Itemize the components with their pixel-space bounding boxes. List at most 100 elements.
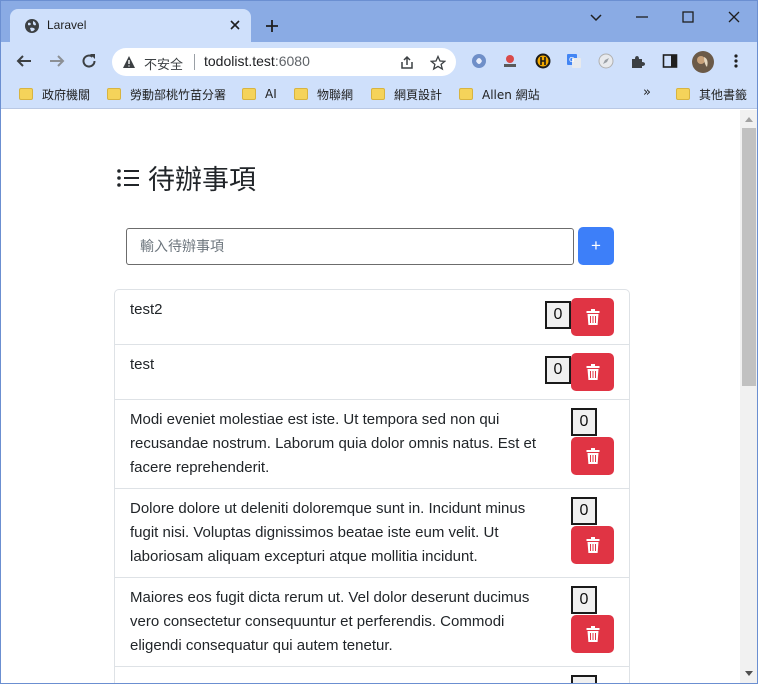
todo-item: Maiores eos fugit dicta rerum ut. Vel do… bbox=[115, 578, 629, 667]
browser-tab[interactable]: Laravel bbox=[10, 9, 251, 42]
todo-text-line: vero consectetur consequuntur et perfere… bbox=[130, 613, 505, 630]
delete-button[interactable] bbox=[571, 437, 614, 475]
extension-news-icon[interactable] bbox=[502, 53, 518, 69]
minimize-icon[interactable] bbox=[634, 9, 650, 25]
page-title: 待辦事項 bbox=[116, 158, 256, 197]
url-host: todolist.test bbox=[204, 53, 275, 69]
browser-window: Laravel 不安全 todolist.test:6080 G 政府機關 勞動… bbox=[0, 0, 758, 684]
todo-text-line: Dolore dolore ut deleniti doloremque sun… bbox=[130, 500, 526, 517]
omnibox-divider bbox=[194, 54, 195, 70]
bookmark-item[interactable]: 物聯網 bbox=[294, 86, 353, 102]
todo-item: test 0 bbox=[115, 345, 629, 400]
todo-count: 0 bbox=[545, 356, 571, 384]
trash-icon bbox=[586, 448, 599, 464]
kebab-menu-icon[interactable] bbox=[728, 53, 744, 69]
bookmark-label: Allen 網站 bbox=[482, 87, 540, 102]
extension-browser-icon[interactable] bbox=[471, 53, 487, 69]
close-window-icon[interactable] bbox=[726, 9, 742, 25]
todo-text-line: eligendi consequatur qui autem tenetur. bbox=[130, 637, 393, 654]
add-todo-button[interactable]: + bbox=[578, 227, 614, 265]
security-label[interactable]: 不安全 bbox=[144, 54, 183, 73]
back-arrow-icon[interactable] bbox=[15, 52, 33, 70]
todo-item: test2 0 bbox=[115, 290, 629, 345]
share-icon[interactable] bbox=[399, 55, 415, 71]
delete-button[interactable] bbox=[571, 526, 614, 564]
todo-text: test bbox=[130, 356, 155, 373]
todo-text: test2 bbox=[130, 301, 163, 318]
svg-text:G: G bbox=[569, 56, 574, 64]
todo-count: 0 bbox=[571, 586, 597, 614]
scroll-up-arrow-icon[interactable] bbox=[744, 115, 754, 123]
maximize-icon[interactable] bbox=[680, 9, 696, 25]
folder-icon bbox=[294, 88, 308, 100]
todo-item: Dolore dolore ut deleniti doloremque sun… bbox=[115, 489, 629, 578]
other-bookmarks-label: 其他書籤 bbox=[699, 87, 748, 102]
bookmark-label: 政府機關 bbox=[42, 87, 91, 102]
globe-icon bbox=[25, 19, 39, 33]
tab-title: Laravel bbox=[47, 18, 87, 32]
url-port: :6080 bbox=[274, 53, 310, 69]
bookmark-label: 勞動部桃竹苗分署 bbox=[130, 87, 227, 102]
delete-button[interactable] bbox=[571, 353, 614, 391]
trash-icon bbox=[586, 537, 599, 553]
todo-count: 0 bbox=[545, 301, 571, 329]
folder-icon bbox=[242, 88, 256, 100]
url-text[interactable]: todolist.test:6080 bbox=[204, 53, 310, 69]
folder-icon bbox=[19, 88, 33, 100]
trash-icon bbox=[586, 626, 599, 642]
bookmark-label: AI bbox=[265, 87, 277, 101]
scroll-down-arrow-icon[interactable] bbox=[744, 670, 754, 678]
scrollbar-thumb[interactable] bbox=[742, 128, 756, 386]
folder-icon bbox=[676, 88, 690, 100]
new-tab-icon[interactable] bbox=[264, 18, 280, 34]
page-scrollbar[interactable] bbox=[740, 110, 757, 683]
bookmark-item[interactable]: 勞動部桃竹苗分署 bbox=[107, 86, 226, 102]
close-tab-icon[interactable] bbox=[229, 19, 241, 31]
extensions-puzzle-icon[interactable] bbox=[630, 53, 646, 69]
extension-compass-icon[interactable] bbox=[598, 53, 614, 69]
bookmark-item[interactable]: 網頁設計 bbox=[371, 86, 442, 102]
reload-icon[interactable] bbox=[80, 52, 98, 70]
delete-button[interactable] bbox=[571, 615, 614, 653]
warning-icon[interactable] bbox=[122, 55, 136, 69]
todo-count: 0 bbox=[571, 408, 597, 436]
folder-icon bbox=[459, 88, 473, 100]
bookmark-star-icon[interactable] bbox=[430, 55, 446, 71]
todo-count: 0 bbox=[571, 497, 597, 525]
todo-text: Modi eveniet molestiae est iste. Ut temp… bbox=[130, 408, 536, 480]
todo-text-line: facere reprehenderit. bbox=[130, 459, 270, 476]
todo-text-line: Modi eveniet molestiae est iste. Ut temp… bbox=[130, 411, 500, 428]
bookmark-item[interactable]: AI bbox=[242, 86, 277, 102]
todo-list: test2 0 test 0 Modi eveniet molestiae es… bbox=[114, 289, 630, 683]
trash-icon bbox=[586, 364, 599, 380]
address-bar[interactable]: 不安全 todolist.test:6080 bbox=[112, 48, 456, 76]
todo-text-line: recusandae nostrum. Laborum quia dolor o… bbox=[130, 435, 537, 452]
other-bookmarks[interactable]: 其他書籤 bbox=[676, 86, 747, 102]
bookmark-item[interactable]: 政府機關 bbox=[19, 86, 90, 102]
tab-search-chevron-icon[interactable] bbox=[588, 9, 604, 25]
list-icon bbox=[117, 168, 139, 187]
todo-text: Maiores eos fugit dicta rerum ut. Vel do… bbox=[130, 586, 529, 658]
todo-input[interactable] bbox=[126, 228, 574, 265]
delete-button[interactable] bbox=[571, 298, 614, 336]
profile-avatar[interactable] bbox=[692, 51, 714, 73]
side-panel-icon[interactable] bbox=[662, 53, 678, 69]
folder-icon bbox=[371, 88, 385, 100]
browser-toolbar: 不安全 todolist.test:6080 G bbox=[1, 42, 757, 80]
extension-honey-icon[interactable] bbox=[535, 53, 551, 69]
bookmarks-overflow-button[interactable]: » bbox=[643, 85, 651, 100]
folder-icon bbox=[107, 88, 121, 100]
todo-item: Modi eveniet molestiae est iste. Ut temp… bbox=[115, 400, 629, 489]
todo-count bbox=[571, 675, 597, 683]
page-viewport: 待辦事項 + test2 0 test bbox=[1, 110, 741, 683]
bookmarks-bar: 政府機關 勞動部桃竹苗分署 AI 物聯網 網頁設計 Allen 網站 » 其他書… bbox=[1, 80, 757, 109]
translate-icon[interactable]: G bbox=[566, 53, 582, 69]
todo-text-line: Maiores eos fugit dicta rerum ut. Vel do… bbox=[130, 589, 530, 606]
forward-arrow-icon[interactable] bbox=[48, 52, 66, 70]
bookmark-label: 物聯網 bbox=[317, 87, 354, 102]
bookmark-item[interactable]: Allen 網站 bbox=[459, 86, 540, 102]
todo-text: Dolore dolore ut deleniti doloremque sun… bbox=[130, 497, 525, 569]
trash-icon bbox=[586, 309, 599, 325]
tab-strip: Laravel bbox=[1, 1, 757, 42]
todo-item-partial bbox=[115, 667, 629, 683]
